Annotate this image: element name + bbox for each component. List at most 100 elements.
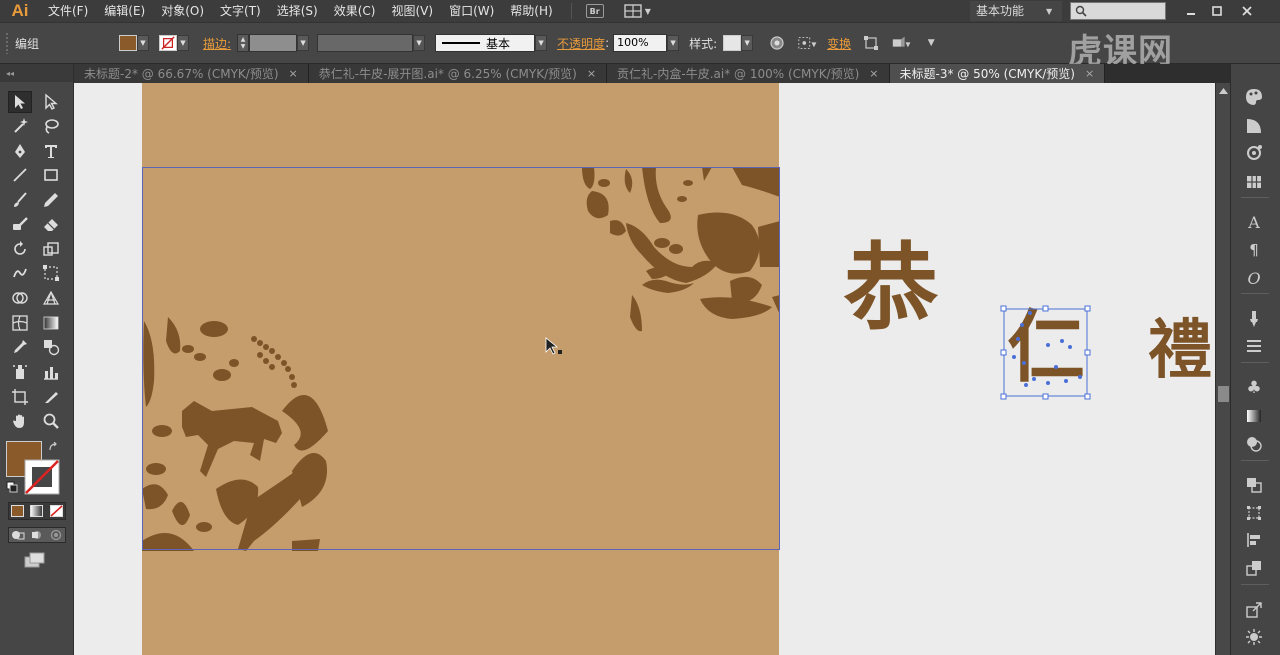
no-stroke-icon[interactable] bbox=[159, 35, 177, 51]
close-icon[interactable]: × bbox=[289, 67, 298, 80]
line-segment-tool[interactable] bbox=[8, 164, 32, 186]
stroke-weight-field[interactable] bbox=[249, 34, 298, 52]
chevron-down-icon[interactable]: ▼ bbox=[741, 35, 754, 51]
paragraph-panel-button[interactable]: ¶ bbox=[1243, 239, 1265, 261]
appearance-panel-button[interactable] bbox=[1243, 142, 1265, 164]
chevron-down-icon[interactable]: ▼ bbox=[177, 35, 189, 51]
transform-each-button[interactable] bbox=[861, 33, 881, 53]
opacity-panel-link[interactable]: 不透明度 bbox=[557, 35, 605, 52]
variable-width-profile[interactable] bbox=[317, 34, 414, 52]
close-icon[interactable]: × bbox=[587, 67, 596, 80]
chevron-down-icon[interactable]: ▼ bbox=[667, 35, 680, 51]
layers-panel-button[interactable] bbox=[1243, 474, 1265, 496]
gradient-tool[interactable] bbox=[39, 312, 63, 334]
export-panel-button[interactable] bbox=[1243, 599, 1265, 621]
isolate-group-button[interactable]: ▼ bbox=[891, 33, 911, 53]
column-graph-tool[interactable] bbox=[39, 361, 63, 383]
draw-inside-icon[interactable] bbox=[49, 529, 63, 541]
rectangle-tool[interactable] bbox=[39, 164, 63, 186]
hand-tool[interactable] bbox=[8, 410, 32, 432]
character-panel-button[interactable]: A bbox=[1243, 211, 1265, 233]
chevron-down-icon[interactable]: ▼ bbox=[137, 35, 149, 51]
stroke-weight-stepper[interactable]: ▲ ▼ bbox=[237, 34, 250, 52]
brushes-panel-button[interactable] bbox=[1243, 308, 1265, 330]
tab-document-4[interactable]: 未标题-3* @ 50% (CMYK/预览) × bbox=[889, 64, 1106, 83]
none-mode-icon[interactable] bbox=[50, 505, 63, 517]
graphic-style-swatch[interactable] bbox=[723, 35, 742, 51]
chevron-down-icon[interactable]: ▼ bbox=[297, 35, 310, 51]
swap-arrows-icon[interactable] bbox=[48, 442, 60, 454]
align-panel-button[interactable] bbox=[1243, 529, 1265, 551]
arrange-documents-button[interactable]: ▼ bbox=[623, 4, 651, 18]
libraries-panel-button[interactable] bbox=[1243, 626, 1265, 648]
mesh-tool[interactable] bbox=[8, 312, 32, 334]
swatches-panel-button[interactable] bbox=[1243, 171, 1265, 193]
symbols-panel-button[interactable]: ♣ bbox=[1243, 377, 1265, 399]
eraser-tool[interactable] bbox=[39, 213, 63, 235]
fill-color-picker[interactable]: ▼ bbox=[119, 35, 149, 51]
color-guide-button[interactable] bbox=[1243, 115, 1265, 137]
align-options-button[interactable]: ▼ bbox=[797, 33, 817, 53]
gradient-mode-icon[interactable] bbox=[30, 505, 43, 517]
maximize-button[interactable] bbox=[1206, 0, 1228, 22]
zoom-tool[interactable] bbox=[39, 410, 63, 432]
eyedropper-tool[interactable] bbox=[8, 336, 32, 358]
screen-mode-icon[interactable] bbox=[24, 552, 46, 570]
pathfinder-panel-button[interactable] bbox=[1243, 557, 1265, 579]
shape-builder-tool[interactable] bbox=[8, 287, 32, 309]
calligraphy-char-gong[interactable]: 恭 bbox=[844, 241, 938, 335]
close-icon[interactable]: × bbox=[1085, 67, 1094, 80]
blend-tool[interactable] bbox=[39, 336, 63, 358]
transform-panel-button[interactable] bbox=[1243, 502, 1265, 524]
stroke-none-box[interactable] bbox=[24, 459, 60, 495]
panel-grip[interactable] bbox=[5, 32, 9, 54]
scroll-up-icon[interactable] bbox=[1219, 87, 1228, 95]
tab-document-2[interactable]: 恭仁礼-牛皮-展开图.ai* @ 6.25% (CMYK/预览) × bbox=[308, 64, 608, 83]
perspective-grid-tool[interactable] bbox=[39, 287, 63, 309]
slice-tool[interactable] bbox=[39, 386, 63, 408]
blob-brush-tool[interactable] bbox=[8, 213, 32, 235]
close-icon[interactable]: × bbox=[869, 67, 878, 80]
warp-tool[interactable] bbox=[8, 262, 32, 284]
menu-type[interactable]: 文字(T) bbox=[212, 0, 269, 22]
magic-wand-tool[interactable] bbox=[8, 115, 32, 137]
draw-normal-icon[interactable] bbox=[11, 529, 25, 541]
bridge-button[interactable]: Br bbox=[585, 4, 604, 18]
tab-document-1[interactable]: 未标题-2* @ 66.67% (CMYK/预览) × bbox=[74, 64, 309, 83]
free-transform-tool[interactable] bbox=[39, 262, 63, 284]
rotate-tool[interactable] bbox=[8, 238, 32, 260]
opacity-input[interactable]: 100% bbox=[613, 34, 668, 52]
type-tool[interactable] bbox=[39, 140, 63, 162]
scale-tool[interactable] bbox=[39, 238, 63, 260]
minimize-button[interactable] bbox=[1180, 0, 1202, 22]
artboard-tool[interactable] bbox=[8, 386, 32, 408]
panel-menu-button[interactable]: ▼ bbox=[921, 33, 941, 53]
paintbrush-tool[interactable] bbox=[8, 189, 32, 211]
help-search-input[interactable] bbox=[1070, 2, 1166, 20]
tab-document-3[interactable]: 贡仁礼-内盒-牛皮.ai* @ 100% (CMYK/预览) × bbox=[607, 64, 890, 83]
pencil-tool[interactable] bbox=[39, 189, 63, 211]
chevron-down-icon[interactable]: ▼ bbox=[413, 35, 426, 51]
menu-select[interactable]: 选择(S) bbox=[269, 0, 326, 22]
toolbar-header[interactable]: ◂◂ bbox=[0, 64, 73, 82]
color-panel-button[interactable] bbox=[1243, 86, 1265, 108]
fill-swatch[interactable] bbox=[119, 35, 137, 51]
menu-file[interactable]: 文件(F) bbox=[40, 0, 96, 22]
workspace-switcher[interactable]: 基本功能 ▼ bbox=[970, 0, 1062, 22]
draw-behind-icon[interactable] bbox=[30, 529, 44, 541]
chevron-down-icon[interactable]: ▼ bbox=[535, 35, 548, 51]
menu-window[interactable]: 窗口(W) bbox=[441, 0, 502, 22]
menu-effect[interactable]: 效果(C) bbox=[326, 0, 384, 22]
graphic-style-picker[interactable]: ▼ bbox=[723, 35, 754, 51]
gradient-panel-button[interactable] bbox=[1243, 405, 1265, 427]
scroll-thumb[interactable] bbox=[1218, 386, 1229, 402]
opentype-panel-button[interactable]: O bbox=[1243, 267, 1265, 289]
symbol-sprayer-tool[interactable] bbox=[8, 361, 32, 383]
lasso-tool[interactable] bbox=[39, 115, 63, 137]
color-mode-button[interactable] bbox=[11, 505, 24, 517]
vertical-scrollbar[interactable] bbox=[1215, 83, 1230, 655]
menu-edit[interactable]: 编辑(E) bbox=[96, 0, 153, 22]
close-button[interactable] bbox=[1236, 0, 1258, 22]
recolor-artwork-button[interactable] bbox=[767, 33, 787, 53]
menu-view[interactable]: 视图(V) bbox=[383, 0, 441, 22]
